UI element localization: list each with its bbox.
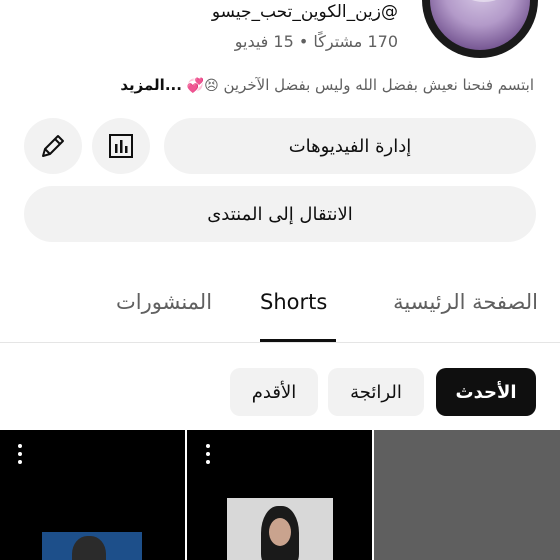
short-thumbnail-image: [227, 498, 333, 560]
manage-videos-button[interactable]: إدارة الفيديوهات: [164, 118, 536, 174]
short-thumbnail[interactable]: [374, 430, 560, 560]
sort-chip-newest-label: الأحدث: [455, 381, 517, 403]
channel-stats: 170 مشتركًا • 15 فيديو: [234, 32, 398, 51]
more-options-icon[interactable]: [17, 444, 23, 468]
edit-channel-button[interactable]: [24, 118, 82, 174]
sort-chip-newest[interactable]: الأحدث: [436, 368, 536, 416]
tab-shorts[interactable]: Shorts: [260, 290, 327, 314]
tab-posts[interactable]: المنشورات: [116, 290, 212, 314]
go-to-community-button[interactable]: الانتقال إلى المنتدى: [24, 186, 536, 242]
short-thumbnail[interactable]: [187, 430, 372, 560]
sort-chip-oldest[interactable]: الأقدم: [230, 368, 318, 416]
avatar-image: [430, 0, 530, 50]
sort-chip-oldest-label: الأقدم: [251, 381, 297, 403]
bio-more-link[interactable]: ...المزيد: [120, 76, 182, 94]
channel-bio[interactable]: ابتسم فنحنا نعيش بفضل الله وليس بفضل الآ…: [120, 76, 534, 94]
shorts-grid: [0, 430, 560, 560]
channel-tabs: الصفحة الرئيسية Shorts المنشورات: [0, 284, 560, 342]
analytics-icon: [109, 134, 133, 158]
short-thumbnail[interactable]: [0, 430, 185, 560]
pencil-icon: [42, 135, 64, 157]
tab-home[interactable]: الصفحة الرئيسية: [393, 290, 538, 314]
manage-videos-label: إدارة الفيديوهات: [288, 135, 412, 157]
tabs-divider: [0, 342, 560, 343]
bio-emoji: 😣💞: [186, 78, 219, 94]
channel-handle: @زين_الكوين_تحب_جيسو: [211, 2, 398, 22]
channel-avatar[interactable]: [422, 0, 538, 58]
more-options-icon[interactable]: [205, 444, 211, 468]
analytics-button[interactable]: [92, 118, 150, 174]
sort-chip-popular[interactable]: الرائجة: [328, 368, 424, 416]
short-thumbnail-image: [42, 532, 142, 560]
sort-chip-popular-label: الرائجة: [350, 381, 402, 403]
go-to-community-label: الانتقال إلى المنتدى: [207, 203, 353, 225]
bio-text: ابتسم فنحنا نعيش بفضل الله وليس بفضل الآ…: [223, 76, 534, 94]
